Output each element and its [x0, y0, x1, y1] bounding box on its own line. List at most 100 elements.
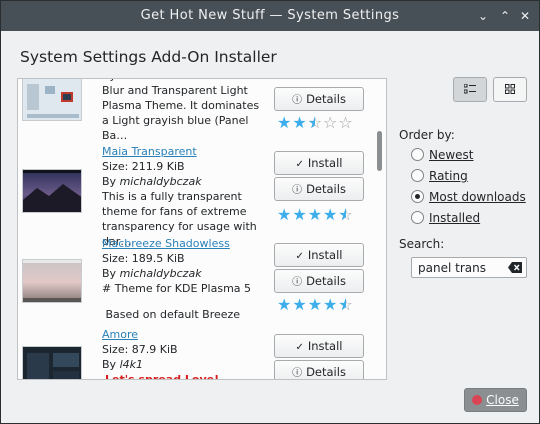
- author-name: michaldybczak: [119, 267, 202, 280]
- addon-name-link[interactable]: Macbreeze Shadowless: [102, 236, 251, 251]
- details-list-icon: [463, 83, 476, 94]
- addon-description-line: # Theme for KDE Plasma 5: [102, 282, 252, 295]
- addon-description-line: transparency for usage with: [102, 220, 257, 233]
- checkmark-icon: ✓: [295, 159, 304, 170]
- star-full-icon: ★: [277, 205, 293, 224]
- rating-stars: ★★★★☆★: [277, 297, 354, 313]
- search-label: Search:: [399, 237, 445, 251]
- rating-stars: ★★☆★☆☆: [277, 115, 354, 131]
- search-input[interactable]: [418, 260, 504, 276]
- radio-button[interactable]: [411, 169, 424, 182]
- star-full-icon: ★: [277, 295, 293, 314]
- install-label: Install: [307, 339, 343, 353]
- addon-details-text: Amore Size: 87.9 KiB By l4k1 Let's sprea…: [102, 327, 220, 380]
- addon-description-line: This is a fully transparent: [102, 190, 242, 203]
- author-prefix: By: [102, 79, 120, 82]
- details-button[interactable]: ⓘ Details: [274, 87, 364, 111]
- search-field[interactable]: [411, 257, 527, 278]
- addon-author: By michaldybczak: [102, 174, 257, 189]
- author-prefix: By: [102, 267, 120, 280]
- list-item: Maia Transparent Size: 211.9 KiB By mich…: [18, 143, 376, 248]
- grid-view-button[interactable]: [493, 77, 527, 102]
- star-full-icon: ★: [277, 113, 293, 132]
- page-title: System Settings Add-On Installer: [20, 48, 277, 66]
- install-button[interactable]: [274, 78, 364, 79]
- title-bar[interactable]: Get Hot New Stuff — System Settings ⌄ ⌃ …: [1, 1, 539, 31]
- star-full-icon: ★: [292, 295, 308, 314]
- details-label: Details: [306, 274, 346, 288]
- author-name: l4k1: [120, 79, 143, 82]
- addon-thumbnail[interactable]: [22, 259, 82, 303]
- info-icon: ⓘ: [292, 368, 303, 379]
- info-icon: ⓘ: [292, 277, 303, 288]
- radio-button-checked[interactable]: [411, 190, 424, 203]
- addon-description-line: Ba…: [102, 129, 128, 142]
- maximize-icon[interactable]: ⌃: [497, 8, 513, 24]
- radio-label: Most downloads: [429, 190, 526, 204]
- addon-list[interactable]: By l4k1 Blur and Transparent Light Plasm…: [17, 78, 387, 380]
- star-half-icon: ☆★: [338, 295, 354, 314]
- install-button[interactable]: ✓ Install: [274, 243, 364, 267]
- star-full-icon: ★: [307, 295, 324, 314]
- addon-thumbnail[interactable]: [22, 346, 82, 379]
- addon-description-line: Let's spread Love!: [105, 373, 220, 380]
- addon-description-line: Based on default Breeze: [102, 308, 241, 321]
- radio-rating[interactable]: Rating: [411, 168, 468, 184]
- install-label: Install: [307, 156, 343, 170]
- addon-size: Size: 211.9 KiB: [102, 160, 185, 173]
- settings-window: Get Hot New Stuff — System Settings ⌄ ⌃ …: [0, 0, 540, 424]
- addon-thumbnail[interactable]: [22, 79, 82, 121]
- star-full-icon: ★: [323, 295, 339, 314]
- radio-button[interactable]: [411, 211, 424, 224]
- star-full-icon: ★: [292, 205, 308, 224]
- window-title: Get Hot New Stuff — System Settings: [140, 8, 400, 23]
- addon-description-line: Plasma Theme. It dominates: [102, 99, 260, 112]
- addon-description-line: Blur and Transparent Light: [102, 84, 248, 97]
- install-button[interactable]: ✓ Install: [274, 151, 364, 175]
- addon-thumbnail[interactable]: [22, 169, 82, 213]
- install-label: Install: [307, 248, 343, 262]
- info-icon: ⓘ: [292, 185, 303, 196]
- radio-newest[interactable]: Newest: [411, 147, 474, 163]
- addon-author: By l4k1: [102, 357, 219, 372]
- minimize-icon[interactable]: ⌄: [475, 8, 491, 24]
- addon-size: Size: 189.5 KiB: [102, 252, 185, 265]
- star-empty-icon: ☆: [338, 113, 354, 132]
- details-label: Details: [306, 182, 346, 196]
- addon-author: By michaldybczak: [102, 266, 251, 281]
- close-button[interactable]: Close: [464, 388, 527, 412]
- addon-details-text: Maia Transparent Size: 211.9 KiB By mich…: [102, 144, 257, 249]
- addon-description-line: theme for fans of extreme: [102, 205, 247, 218]
- star-full-icon: ★: [323, 205, 339, 224]
- details-button[interactable]: ⓘ Details: [274, 360, 364, 379]
- order-by-label: Order by:: [399, 128, 455, 142]
- grid-icon: [505, 84, 515, 94]
- close-window-icon[interactable]: ✕: [517, 8, 533, 24]
- list-item: Macbreeze Shadowless Size: 189.5 KiB By …: [18, 235, 376, 327]
- checkmark-icon: ✓: [295, 342, 304, 353]
- author-name: michaldybczak: [119, 175, 202, 188]
- info-icon: ⓘ: [292, 95, 303, 106]
- details-button[interactable]: ⓘ Details: [274, 269, 364, 293]
- star-half-icon: ☆★: [307, 113, 324, 132]
- star-full-icon: ★: [292, 113, 308, 132]
- details-button[interactable]: ⓘ Details: [274, 177, 364, 201]
- radio-button[interactable]: [411, 148, 424, 161]
- clear-text-icon[interactable]: [508, 262, 522, 273]
- addon-description-line: a Light grayish blue (Panel: [102, 114, 249, 127]
- list-view-button[interactable]: [453, 77, 487, 102]
- install-button[interactable]: ✓ Install: [274, 334, 364, 358]
- scrollbar-handle[interactable]: [377, 131, 382, 171]
- radio-most-downloads[interactable]: Most downloads: [411, 189, 526, 205]
- addon-details-text: By l4k1 Blur and Transparent Light Plasm…: [102, 79, 260, 143]
- list-item: Amore Size: 87.9 KiB By l4k1 Let's sprea…: [18, 326, 376, 380]
- radio-installed[interactable]: Installed: [411, 210, 480, 226]
- addon-name-link[interactable]: Maia Transparent: [102, 144, 257, 159]
- addon-name-link[interactable]: Amore: [102, 327, 219, 342]
- addon-details-text: Macbreeze Shadowless Size: 189.5 KiB By …: [102, 236, 251, 322]
- star-half-icon: ☆★: [338, 205, 354, 224]
- addon-size: Size: 87.9 KiB: [102, 343, 178, 356]
- close-icon: [472, 395, 483, 405]
- details-label: Details: [306, 92, 346, 106]
- radio-label: Installed: [429, 211, 481, 225]
